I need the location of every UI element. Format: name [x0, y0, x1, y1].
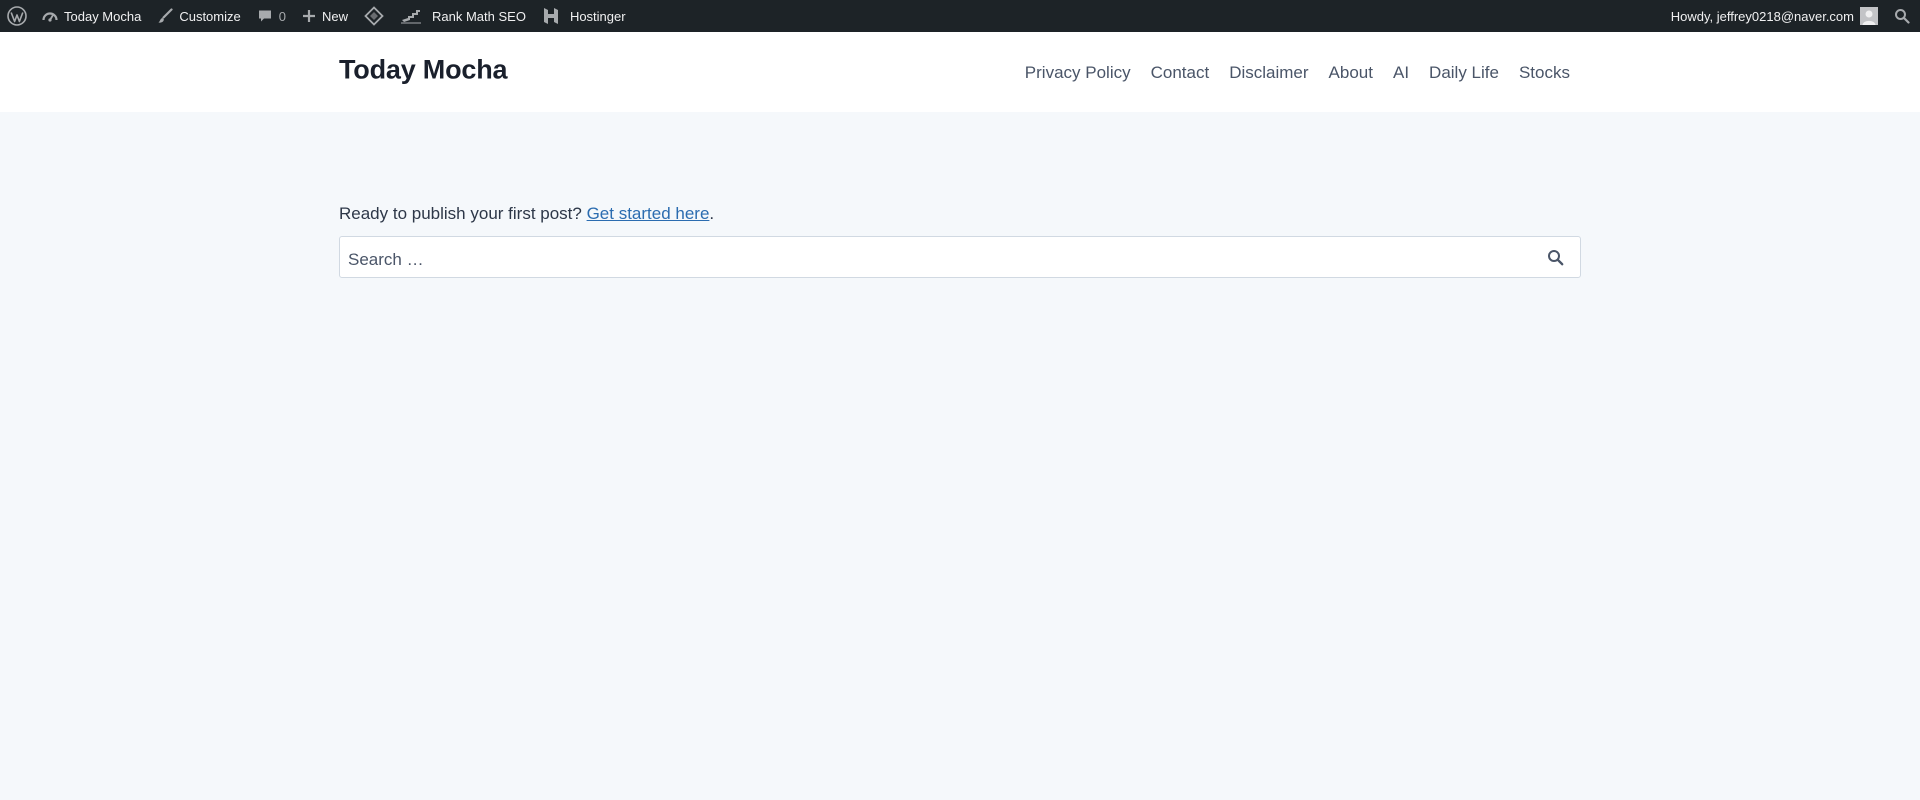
- nav-item-disclaimer[interactable]: Disclaimer: [1229, 63, 1308, 83]
- search-input[interactable]: [340, 237, 1580, 277]
- notice-period: .: [709, 204, 715, 223]
- admin-bar-comments[interactable]: 0: [249, 0, 294, 32]
- admin-bar-customize[interactable]: Customize: [149, 0, 248, 32]
- howdy-label: Howdy, jeffrey0218@naver.com: [1670, 8, 1854, 24]
- admin-bar-rank-math-label: Rank Math SEO: [432, 8, 526, 24]
- get-started-link[interactable]: Get started here: [587, 204, 710, 223]
- main-content: Ready to publish your first post? Get st…: [339, 202, 1581, 278]
- comments-count: 0: [278, 8, 286, 24]
- avatar: [1860, 7, 1878, 25]
- diamond-icon: [364, 6, 384, 26]
- wordpress-logo-menu[interactable]: [0, 0, 34, 32]
- admin-bar-rank-math[interactable]: Rank Math SEO: [392, 0, 534, 32]
- site-title[interactable]: Today Mocha: [339, 55, 508, 86]
- admin-bar-diamond-plugin[interactable]: [356, 0, 392, 32]
- nav-item-ai[interactable]: AI: [1393, 63, 1409, 83]
- primary-navigation: Privacy Policy Contact Disclaimer About …: [1005, 32, 1570, 112]
- search-form: [339, 236, 1581, 278]
- search-submit-button[interactable]: [1547, 237, 1564, 277]
- admin-bar-customize-label: Customize: [179, 8, 241, 24]
- admin-bar-hostinger[interactable]: Hostinger: [534, 0, 634, 32]
- admin-bar-search[interactable]: [1886, 0, 1920, 32]
- admin-bar-my-account[interactable]: Howdy, jeffrey0218@naver.com: [1663, 0, 1886, 32]
- wordpress-logo-icon: [7, 6, 27, 26]
- admin-bar-left: Today Mocha Customize 0 New Rank Math SE…: [0, 0, 634, 32]
- admin-bar-new[interactable]: New: [294, 0, 356, 32]
- admin-bar-right: Howdy, jeffrey0218@naver.com: [1663, 0, 1920, 32]
- admin-bar-site-name-label: Today Mocha: [64, 8, 142, 24]
- admin-search-icon: [1894, 8, 1910, 24]
- no-posts-notice: Ready to publish your first post? Get st…: [339, 202, 1581, 226]
- admin-bar-hostinger-label: Hostinger: [569, 8, 626, 24]
- hostinger-icon: [542, 7, 560, 25]
- nav-item-contact[interactable]: Contact: [1151, 63, 1210, 83]
- nav-item-about[interactable]: About: [1329, 63, 1373, 83]
- nav-item-stocks[interactable]: Stocks: [1519, 63, 1570, 83]
- search-icon: [1547, 249, 1564, 266]
- plus-icon: [302, 9, 316, 23]
- wp-admin-bar: Today Mocha Customize 0 New Rank Math SE…: [0, 0, 1920, 32]
- dashboard-icon: [42, 8, 58, 24]
- notice-text: Ready to publish your first post?: [339, 204, 587, 223]
- site-header: Today Mocha Privacy Policy Contact Discl…: [0, 32, 1920, 112]
- comment-bubble-icon: [257, 8, 273, 24]
- paintbrush-icon: [157, 8, 173, 24]
- rank-math-icon: [400, 8, 422, 24]
- nav-item-privacy-policy[interactable]: Privacy Policy: [1025, 63, 1131, 83]
- nav-item-daily-life[interactable]: Daily Life: [1429, 63, 1499, 83]
- admin-bar-new-label: New: [321, 8, 348, 24]
- admin-bar-site-name[interactable]: Today Mocha: [34, 0, 149, 32]
